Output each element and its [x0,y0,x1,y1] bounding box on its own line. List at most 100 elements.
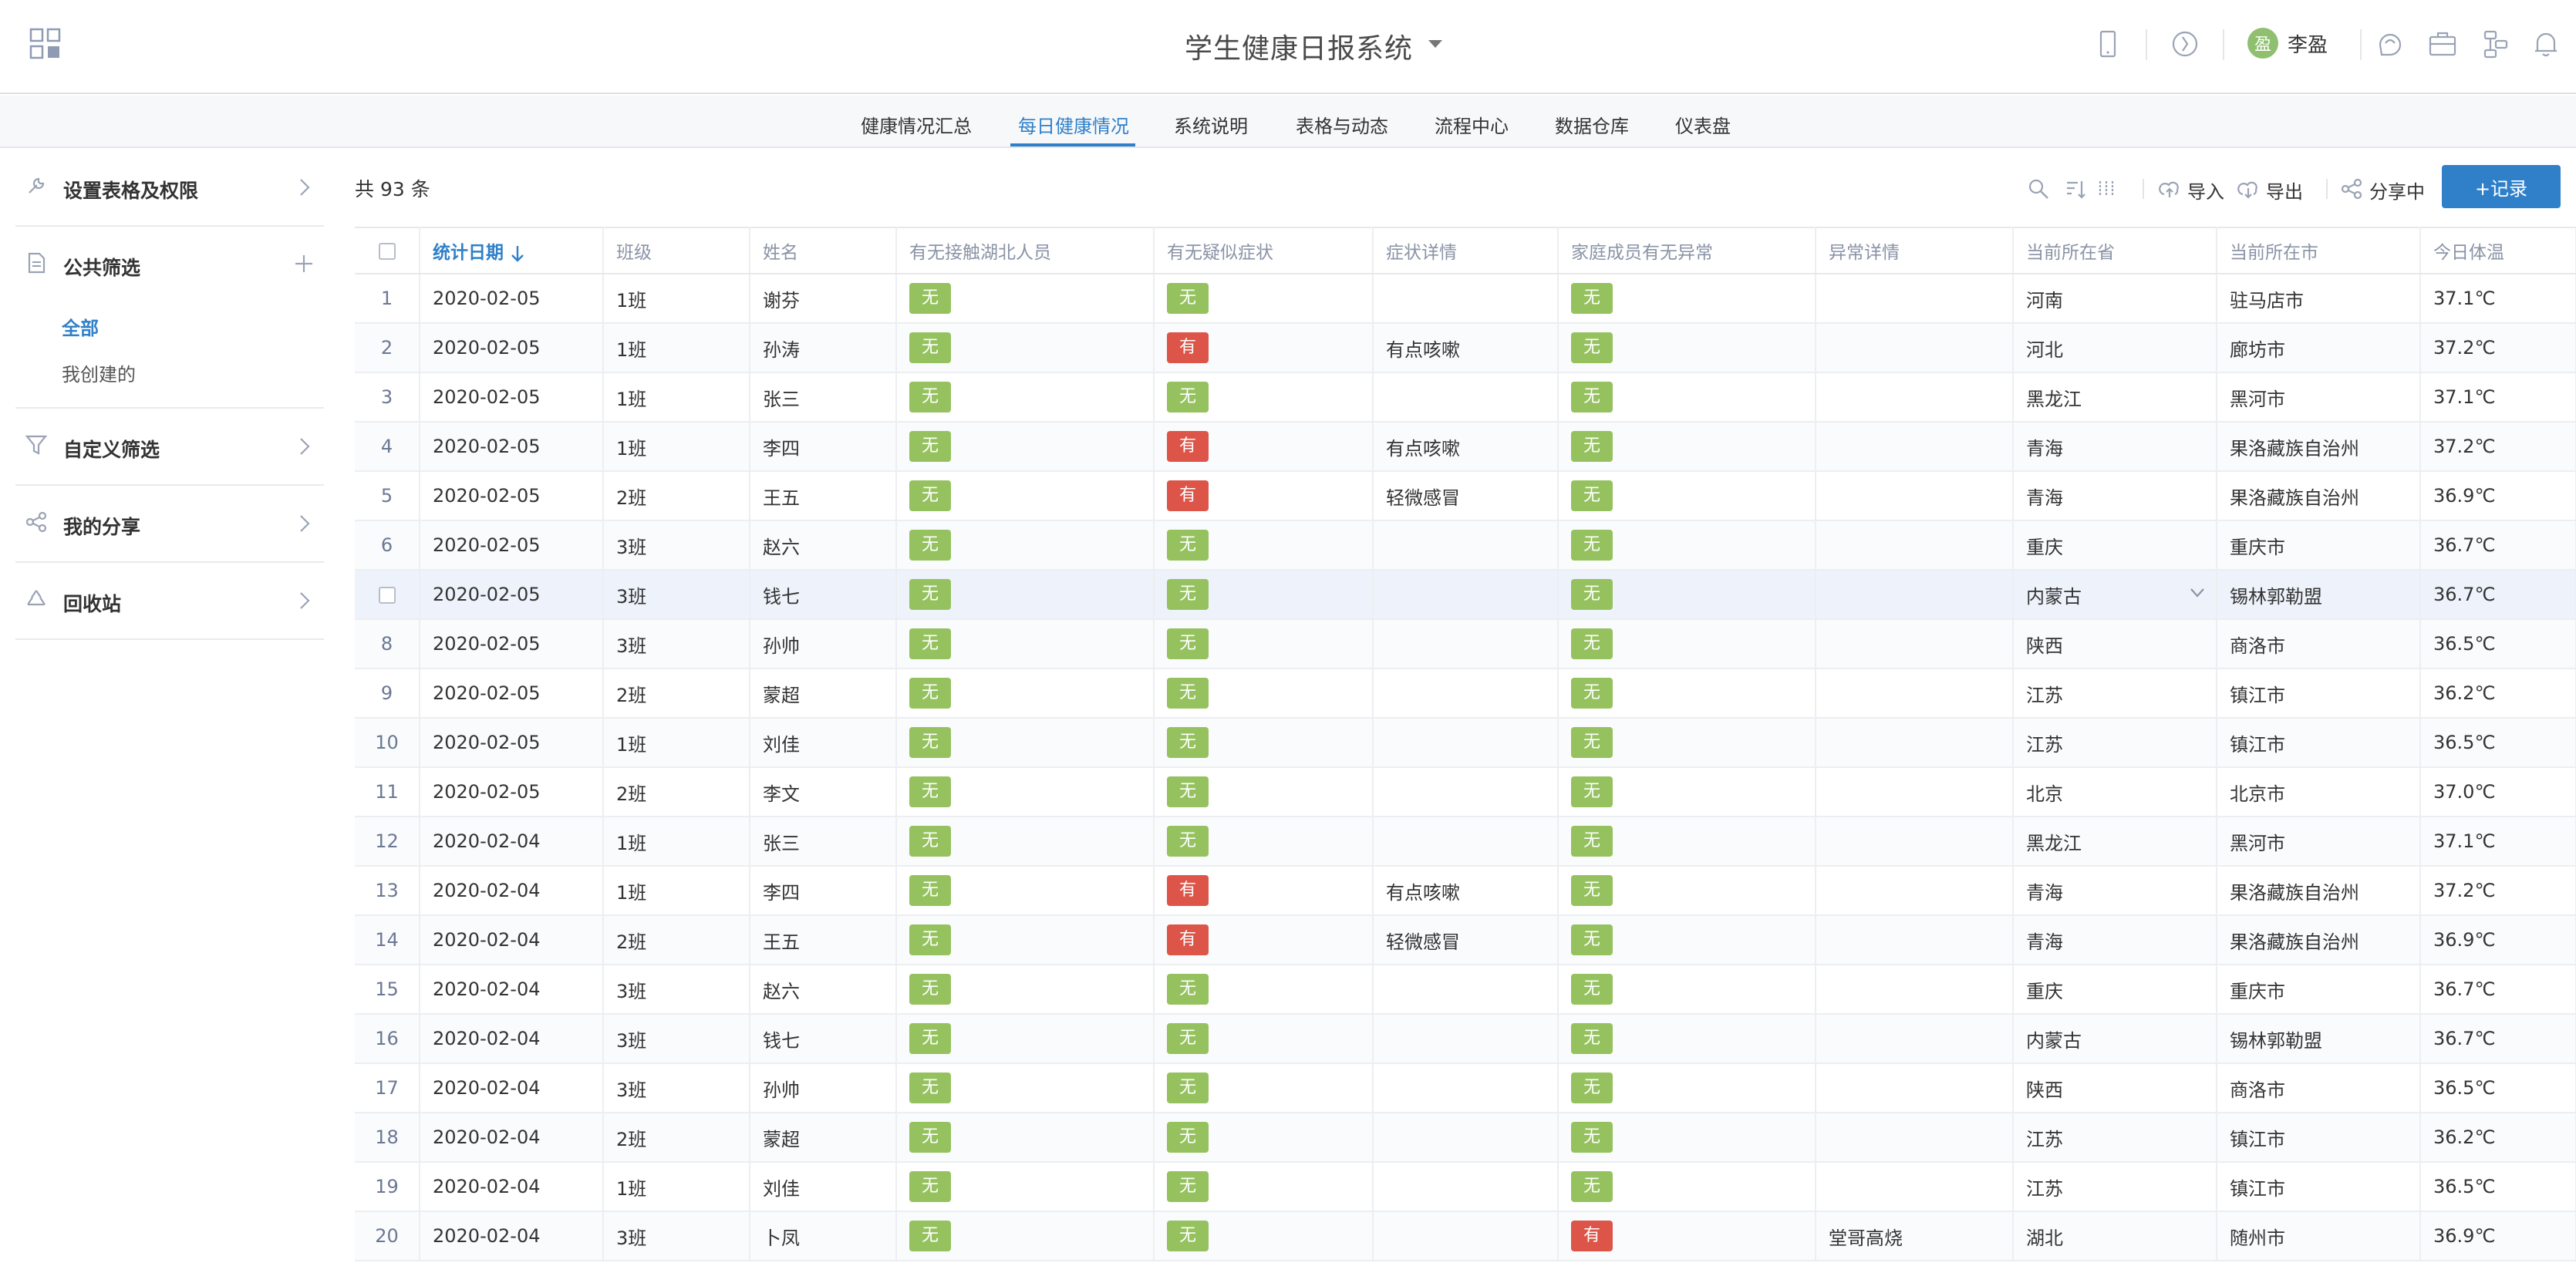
table-row[interactable]: 4 2020-02-05 1班 李四 无 有 有点咳嗽 无 青海 果洛藏族自治州 37.2℃ [355,422,2576,472]
cell-symptom[interactable]: 无 [1154,1211,1374,1261]
row-number-cell[interactable]: 4 [355,422,420,472]
cell-city[interactable]: 重庆市 [2217,520,2421,571]
cell-temp[interactable]: 36.9℃ [2420,471,2576,521]
cell-contact[interactable]: 无 [896,965,1155,1015]
row-number-cell[interactable]: 9 [355,668,420,719]
cell-detail[interactable] [1373,817,1559,867]
add-record-button[interactable]: +记录 [2442,165,2561,208]
sort-desc-icon[interactable] [510,244,525,264]
cell-fdetail[interactable] [1816,619,2014,669]
cell-date[interactable]: 2020-02-05 [420,274,604,324]
tab-data-warehouse[interactable]: 数据仓库 [1555,111,1629,138]
cell-family[interactable]: 无 [1558,1014,1816,1064]
cell-city[interactable]: 果洛藏族自治州 [2217,422,2421,472]
cell-name[interactable]: 王五 [750,915,897,965]
status-tag[interactable]: 无 [909,332,951,363]
table-row[interactable]: 13 2020-02-04 1班 李四 无 有 有点咳嗽 无 青海 果洛藏族自治州 37.2℃ [355,866,2576,916]
cell-temp[interactable]: 37.2℃ [2420,323,2576,373]
cell-detail[interactable] [1373,767,1559,817]
cell-symptom[interactable]: 无 [1154,965,1374,1015]
cell-temp[interactable]: 37.2℃ [2420,866,2576,916]
user-name[interactable]: 李盈 [2288,29,2328,58]
cell-temp[interactable]: 37.2℃ [2420,422,2576,472]
cell-name[interactable]: 蒙超 [750,668,897,719]
cell-prov[interactable]: 内蒙古 [2013,570,2217,620]
cell-symptom[interactable]: 无 [1154,668,1374,719]
cell-prov[interactable]: 内蒙古 [2013,1014,2217,1064]
status-tag[interactable]: 无 [909,382,951,413]
status-tag[interactable]: 无 [1571,974,1613,1005]
cell-family[interactable]: 无 [1558,619,1816,669]
cell-prov[interactable]: 江苏 [2013,668,2217,719]
cell-date[interactable]: 2020-02-04 [420,1211,604,1261]
cell-fdetail[interactable] [1816,866,2014,916]
status-tag[interactable]: 无 [1167,678,1209,709]
sidebar-item-recycle[interactable]: 回收站 [15,563,324,640]
cell-prov[interactable]: 青海 [2013,471,2217,521]
status-tag[interactable]: 无 [1167,1023,1209,1054]
cell-contact[interactable]: 无 [896,570,1155,620]
table-row[interactable]: 14 2020-02-04 2班 王五 无 有 轻微感冒 无 青海 果洛藏族自治州 36.9℃ [355,915,2576,965]
cell-symptom[interactable]: 无 [1154,372,1374,423]
row-number-cell[interactable]: 10 [355,718,420,768]
cell-fdetail[interactable] [1816,1113,2014,1163]
status-tag[interactable]: 无 [1571,1122,1613,1153]
cell-contact[interactable]: 无 [896,372,1155,423]
cell-temp[interactable]: 37.1℃ [2420,817,2576,867]
row-number-cell[interactable]: 13 [355,866,420,916]
cell-symptom[interactable]: 有 [1154,866,1374,916]
cell-prov[interactable]: 黑龙江 [2013,372,2217,423]
status-tag[interactable]: 无 [1571,678,1613,709]
row-number-cell[interactable]: 20 [355,1211,420,1261]
cell-contact[interactable]: 无 [896,718,1155,768]
status-tag[interactable]: 无 [1571,727,1613,758]
table-row[interactable]: 1 2020-02-05 1班 谢芬 无 无 无 河南 驻马店市 37.1℃ [355,274,2576,324]
column-header[interactable]: 异常详情 [1816,227,2014,274]
row-number-cell[interactable]: 5 [355,471,420,521]
cell-family[interactable]: 无 [1558,767,1816,817]
row-number-cell[interactable] [355,570,420,620]
workflow-icon[interactable] [2479,28,2511,60]
status-tag[interactable]: 无 [1571,1171,1613,1202]
status-tag[interactable]: 无 [909,1073,951,1103]
cell-detail[interactable] [1373,520,1559,571]
cell-city[interactable]: 镇江市 [2217,1162,2421,1212]
cell-name[interactable]: 卜凤 [750,1211,897,1261]
cell-prov[interactable]: 重庆 [2013,520,2217,571]
status-tag[interactable]: 无 [909,1122,951,1153]
cell-family[interactable]: 无 [1558,471,1816,521]
cell-fdetail[interactable] [1816,422,2014,472]
status-tag[interactable]: 无 [1571,1073,1613,1103]
cell-detail[interactable]: 有点咳嗽 [1373,866,1559,916]
cell-cls[interactable]: 1班 [603,372,750,423]
status-tag[interactable]: 无 [1571,628,1613,659]
cell-cls[interactable]: 3班 [603,965,750,1015]
cell-contact[interactable]: 无 [896,1113,1155,1163]
cell-fdetail[interactable] [1816,471,2014,521]
cell-family[interactable]: 无 [1558,520,1816,571]
export-icon[interactable] [2237,177,2260,200]
cell-symptom[interactable]: 无 [1154,817,1374,867]
cell-contact[interactable]: 无 [896,1063,1155,1113]
cell-cls[interactable]: 1班 [603,817,750,867]
status-tag[interactable]: 无 [1571,875,1613,906]
cell-name[interactable]: 张三 [750,372,897,423]
status-tag[interactable]: 无 [1167,628,1209,659]
cell-detail[interactable] [1373,570,1559,620]
status-tag[interactable]: 无 [1167,826,1209,857]
cell-fdetail[interactable] [1816,718,2014,768]
status-tag[interactable]: 无 [909,530,951,561]
table-row[interactable]: 10 2020-02-05 1班 刘佳 无 无 无 江苏 镇江市 36.5℃ [355,718,2576,768]
status-tag[interactable]: 无 [1571,924,1613,955]
cell-city[interactable]: 镇江市 [2217,1113,2421,1163]
cell-detail[interactable] [1373,668,1559,719]
cell-cls[interactable]: 3班 [603,1211,750,1261]
cell-prov[interactable]: 河北 [2013,323,2217,373]
status-tag[interactable]: 无 [909,826,951,857]
cell-prov[interactable]: 湖北 [2013,1211,2217,1261]
cell-temp[interactable]: 36.5℃ [2420,1162,2576,1212]
cell-name[interactable]: 刘佳 [750,1162,897,1212]
cell-temp[interactable]: 36.9℃ [2420,1211,2576,1261]
status-tag[interactable]: 无 [909,727,951,758]
status-tag[interactable]: 无 [909,1023,951,1054]
